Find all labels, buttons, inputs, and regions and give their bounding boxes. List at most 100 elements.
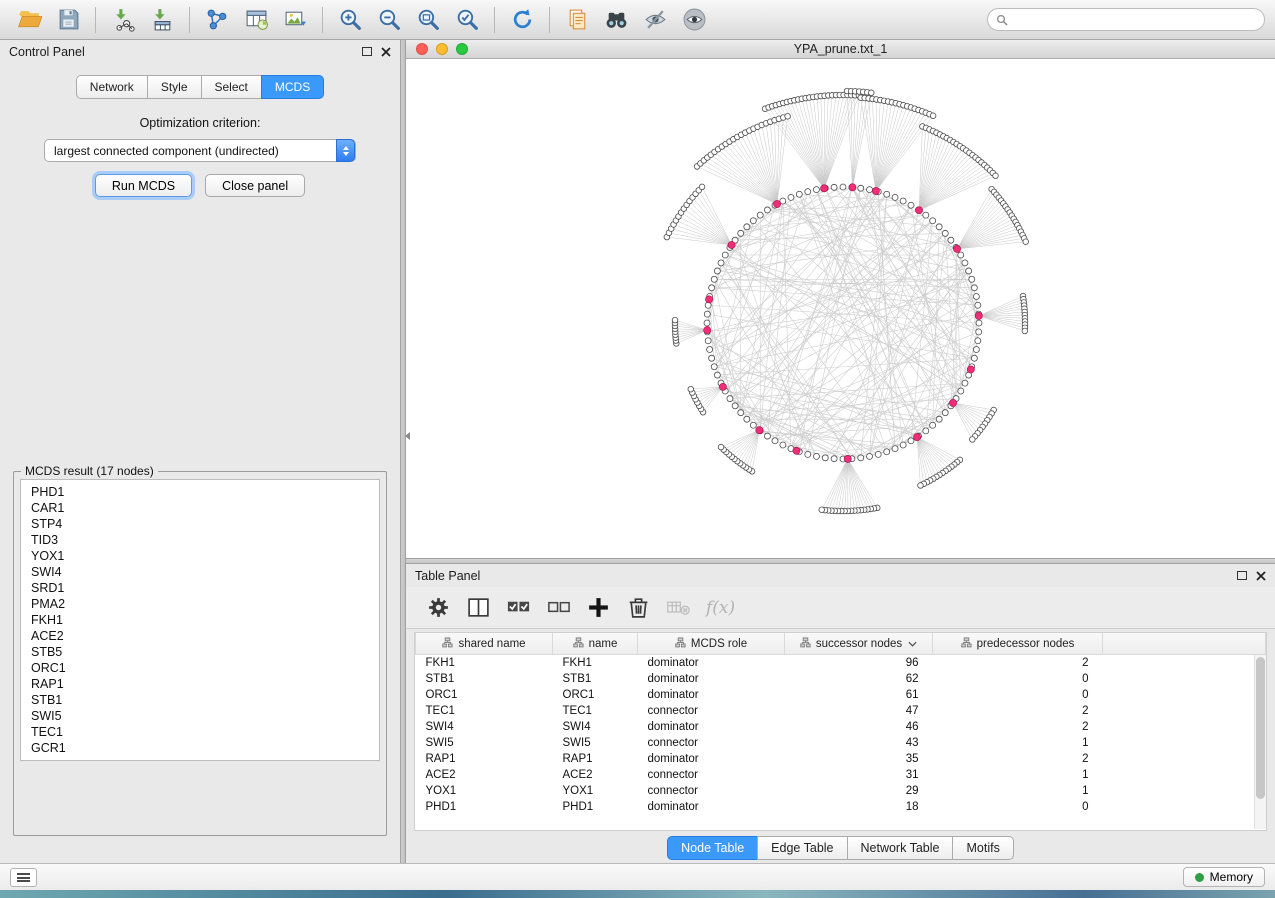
- export-image-button[interactable]: [276, 3, 314, 37]
- splitter-collapse-icon[interactable]: [401, 432, 410, 440]
- cell-predecessors[interactable]: 2: [933, 719, 1103, 735]
- table-row[interactable]: ORC1ORC1dominator610: [416, 687, 1266, 703]
- table-row[interactable]: ACE2ACE2connector311: [416, 767, 1266, 783]
- cell-successors[interactable]: 29: [785, 783, 933, 799]
- network-titlebar[interactable]: YPA_prune.txt_1: [406, 40, 1275, 59]
- cell-successors[interactable]: 43: [785, 735, 933, 751]
- table-row[interactable]: TEC1TEC1connector472: [416, 703, 1266, 719]
- run-mcds-button[interactable]: Run MCDS: [95, 174, 192, 197]
- mcds-result-item[interactable]: STB5: [31, 644, 369, 660]
- mcds-result-item[interactable]: PMA2: [31, 596, 369, 612]
- mcds-result-item[interactable]: PHD1: [31, 484, 369, 500]
- zoom-out-button[interactable]: [370, 3, 408, 37]
- cell-predecessors[interactable]: 0: [933, 671, 1103, 687]
- maximize-window-icon[interactable]: [456, 43, 468, 55]
- mcds-result-item[interactable]: FKH1: [31, 612, 369, 628]
- panel-splitter[interactable]: [400, 40, 406, 863]
- search-input[interactable]: [1013, 13, 1256, 27]
- cell-name[interactable]: YOX1: [553, 783, 638, 799]
- table-row[interactable]: RAP1RAP1dominator352: [416, 751, 1266, 767]
- mcds-result-item[interactable]: RAP1: [31, 676, 369, 692]
- cell-successors[interactable]: 62: [785, 671, 933, 687]
- tab-network[interactable]: Network: [76, 75, 148, 99]
- open-file-button[interactable]: [10, 3, 48, 37]
- mcds-result-item[interactable]: CAR1: [31, 500, 369, 516]
- zoom-fit-button[interactable]: [409, 3, 447, 37]
- cell-role[interactable]: connector: [638, 767, 785, 783]
- cell-name[interactable]: RAP1: [553, 751, 638, 767]
- tab-style[interactable]: Style: [147, 75, 202, 99]
- mcds-result-item[interactable]: GCR1: [31, 740, 369, 756]
- mcds-result-item[interactable]: SWI4: [31, 564, 369, 580]
- cell-shared-name[interactable]: SWI5: [416, 735, 553, 751]
- cell-shared-name[interactable]: FKH1: [416, 654, 553, 671]
- cell-predecessors[interactable]: 2: [933, 751, 1103, 767]
- network-canvas[interactable]: [406, 59, 1275, 558]
- cell-role[interactable]: connector: [638, 703, 785, 719]
- search-box[interactable]: [987, 8, 1265, 31]
- import-table-button[interactable]: [143, 3, 181, 37]
- table-row[interactable]: YOX1YOX1connector291: [416, 783, 1266, 799]
- panel-menu-button[interactable]: [10, 868, 37, 887]
- zoom-selected-button[interactable]: [448, 3, 486, 37]
- network-graph[interactable]: [406, 59, 1274, 555]
- cell-successors[interactable]: 47: [785, 703, 933, 719]
- close-panel-icon[interactable]: [380, 46, 391, 57]
- mcds-result-item[interactable]: SWI5: [31, 708, 369, 724]
- cell-role[interactable]: dominator: [638, 671, 785, 687]
- mcds-result-item[interactable]: TID3: [31, 532, 369, 548]
- cell-predecessors[interactable]: 2: [933, 703, 1103, 719]
- cell-name[interactable]: ORC1: [553, 687, 638, 703]
- cell-predecessors[interactable]: 0: [933, 687, 1103, 703]
- cell-name[interactable]: PHD1: [553, 799, 638, 815]
- save-session-button[interactable]: [49, 3, 87, 37]
- hide-graphics-button[interactable]: [636, 3, 674, 37]
- show-columns-button[interactable]: [460, 591, 496, 625]
- table-scrollbar-thumb[interactable]: [1256, 657, 1265, 799]
- float-panel-icon[interactable]: [362, 47, 372, 56]
- column-header-name[interactable]: name: [553, 633, 638, 654]
- cell-shared-name[interactable]: TEC1: [416, 703, 553, 719]
- tab-select[interactable]: Select: [201, 75, 262, 99]
- criterion-dropdown[interactable]: largest connected component (undirected): [44, 139, 356, 162]
- table-row[interactable]: PHD1PHD1dominator180: [416, 799, 1266, 815]
- cell-shared-name[interactable]: RAP1: [416, 751, 553, 767]
- delete-column-button[interactable]: [620, 591, 656, 625]
- mcds-result-item[interactable]: STB1: [31, 692, 369, 708]
- copy-document-button[interactable]: [558, 3, 596, 37]
- cell-predecessors[interactable]: 2: [933, 654, 1103, 671]
- cell-name[interactable]: SWI4: [553, 719, 638, 735]
- tab-motifs[interactable]: Motifs: [952, 836, 1013, 860]
- cell-shared-name[interactable]: YOX1: [416, 783, 553, 799]
- cell-successors[interactable]: 35: [785, 751, 933, 767]
- deselect-all-columns-button[interactable]: [540, 591, 576, 625]
- tab-network-table[interactable]: Network Table: [847, 836, 954, 860]
- table-row[interactable]: FKH1FKH1dominator962: [416, 654, 1266, 671]
- cell-name[interactable]: TEC1: [553, 703, 638, 719]
- mcds-result-item[interactable]: STP4: [31, 516, 369, 532]
- cell-role[interactable]: dominator: [638, 687, 785, 703]
- tab-node-table[interactable]: Node Table: [667, 836, 758, 860]
- show-graphics-button[interactable]: [675, 3, 713, 37]
- refresh-button[interactable]: [503, 3, 541, 37]
- cell-successors[interactable]: 46: [785, 719, 933, 735]
- mcds-result-item[interactable]: TEC1: [31, 724, 369, 740]
- cell-predecessors[interactable]: 1: [933, 735, 1103, 751]
- memory-button[interactable]: Memory: [1183, 867, 1265, 887]
- tab-mcds[interactable]: MCDS: [261, 75, 324, 99]
- column-header-successor-nodes[interactable]: successor nodes: [785, 633, 933, 654]
- cell-name[interactable]: FKH1: [553, 654, 638, 671]
- cell-name[interactable]: SWI5: [553, 735, 638, 751]
- table-scrollbar[interactable]: [1254, 655, 1266, 829]
- cell-shared-name[interactable]: SWI4: [416, 719, 553, 735]
- cell-shared-name[interactable]: ACE2: [416, 767, 553, 783]
- mcds-result-item[interactable]: SRD1: [31, 580, 369, 596]
- cell-name[interactable]: STB1: [553, 671, 638, 687]
- close-window-icon[interactable]: [416, 43, 428, 55]
- column-header-mcds-role[interactable]: MCDS role: [638, 633, 785, 654]
- cell-role[interactable]: connector: [638, 735, 785, 751]
- cell-predecessors[interactable]: 1: [933, 767, 1103, 783]
- mcds-result-list[interactable]: PHD1CAR1STP4TID3YOX1SWI4SRD1PMA2FKH1ACE2…: [20, 479, 380, 761]
- table-row[interactable]: SWI5SWI5connector431: [416, 735, 1266, 751]
- cell-successors[interactable]: 61: [785, 687, 933, 703]
